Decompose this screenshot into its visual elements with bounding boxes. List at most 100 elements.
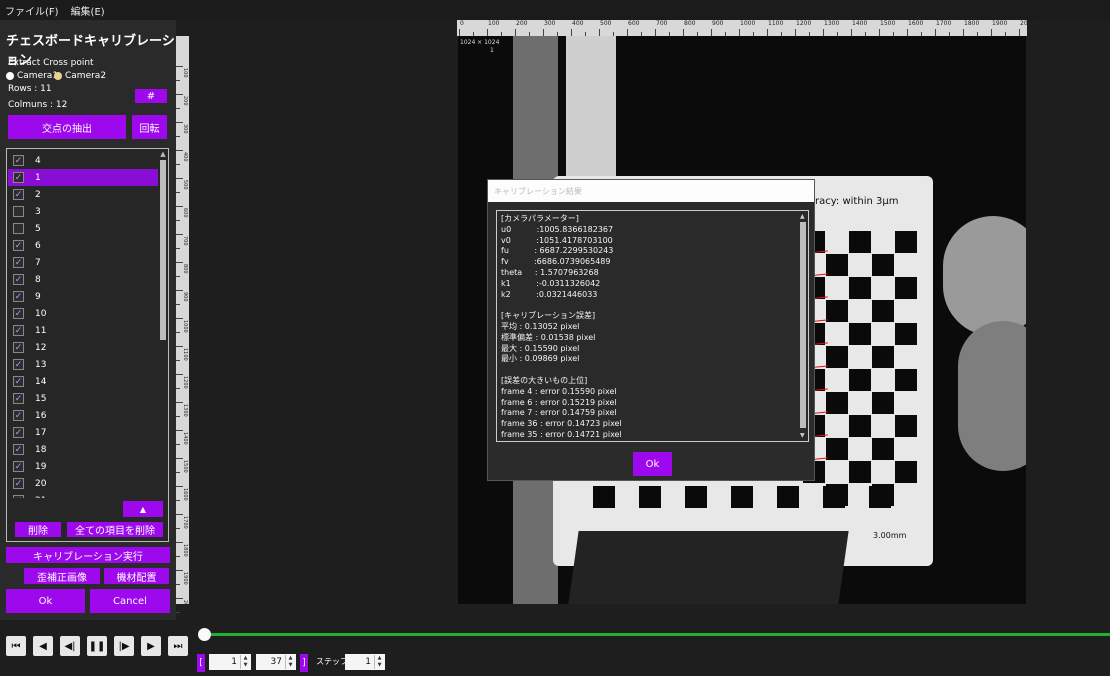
result-textbox[interactable]: [カメラパラメーター] u0 :1005.8366182367 v0 :1051.4…	[496, 210, 809, 442]
step-back-icon[interactable]: ◀|	[60, 636, 80, 656]
list-item[interactable]: ✓ 14	[8, 373, 158, 390]
menu-edit[interactable]: 編集(E)	[71, 3, 105, 18]
ruler-tick	[711, 29, 712, 36]
result-line: k1 :-0.0311326042	[501, 278, 601, 288]
list-item[interactable]: ✓ 17	[8, 424, 158, 441]
step-label: ステップ	[316, 657, 348, 666]
ruler-label: 700	[656, 20, 668, 27]
frame-slider-knob[interactable]	[198, 628, 211, 641]
frame-checkbox[interactable]: ✓	[13, 410, 24, 421]
frame-checkbox[interactable]: ✓	[13, 257, 24, 268]
equipment-layout-button[interactable]: 機材配置	[104, 568, 169, 584]
spinner-arrows-icon[interactable]: ▲ ▼	[240, 655, 250, 669]
spinner-arrows-icon[interactable]: ▲ ▼	[285, 655, 295, 669]
step-forward-icon[interactable]: |▶	[114, 636, 134, 656]
ruler-tick	[176, 528, 180, 529]
list-item[interactable]: ✓ 9	[8, 288, 158, 305]
frame-checkbox[interactable]: ✓	[13, 274, 24, 285]
list-item[interactable]: ✓ 2	[8, 186, 158, 203]
range-start-spinner[interactable]: 1 ▲ ▼	[209, 654, 251, 670]
scroll-up-icon[interactable]: ▲	[159, 150, 167, 158]
list-item[interactable]: 3	[8, 203, 158, 220]
range-end-bracket[interactable]: ]	[300, 654, 308, 672]
frame-checkbox[interactable]: ✓	[13, 325, 24, 336]
last-frame-icon[interactable]: ⏭	[168, 636, 188, 656]
ruler-label: 900	[182, 292, 188, 302]
list-item[interactable]: ✓ 13	[8, 356, 158, 373]
list-item[interactable]: ✓ 7	[8, 254, 158, 271]
list-item[interactable]: ✓ 19	[8, 458, 158, 475]
pause-icon[interactable]: ❚❚	[87, 636, 107, 656]
undistort-image-button[interactable]: 歪補正画像	[24, 568, 100, 584]
list-scrollbar[interactable]: ▲	[159, 150, 167, 498]
frame-checkbox[interactable]: ✓	[13, 376, 24, 387]
frame-checkbox[interactable]: ✓	[13, 291, 24, 302]
ok-button[interactable]: Ok	[6, 589, 85, 613]
step-spinner[interactable]: 1 ▲ ▼	[345, 654, 385, 670]
range-start-bracket[interactable]: [	[197, 654, 205, 672]
frame-checkbox[interactable]: ✓	[13, 342, 24, 353]
list-item[interactable]: ✓ 16	[8, 407, 158, 424]
spinner-arrows-icon[interactable]: ▲ ▼	[374, 655, 384, 669]
ruler-tick	[515, 29, 516, 36]
ruler-label: 600	[628, 20, 640, 27]
scroll-down-icon[interactable]: ▼	[800, 432, 805, 439]
extract-button[interactable]: 交点の抽出	[8, 115, 126, 139]
list-item[interactable]: ✓ 18	[8, 441, 158, 458]
frame-checkbox[interactable]: ✓	[13, 189, 24, 200]
run-calibration-button[interactable]: キャリブレーション実行	[6, 547, 170, 563]
scroll-thumb[interactable]	[800, 222, 806, 428]
scroll-up-icon[interactable]: ▲	[800, 213, 805, 220]
list-item[interactable]: ✓ 8	[8, 271, 158, 288]
chessboard-square	[849, 277, 871, 299]
camera2-radio[interactable]: Camera2	[54, 71, 106, 81]
list-item[interactable]: 5	[8, 220, 158, 237]
chessboard-square	[849, 369, 871, 391]
frame-checkbox[interactable]	[13, 223, 24, 234]
list-item[interactable]: ✓ 6	[8, 237, 158, 254]
frame-checkbox[interactable]: ✓	[13, 155, 24, 166]
first-frame-icon[interactable]: ⏮	[6, 636, 26, 656]
frame-checkbox[interactable]: ✓	[13, 240, 24, 251]
frame-checkbox[interactable]: ✓	[13, 172, 24, 183]
frame-checkbox[interactable]	[13, 206, 24, 217]
frame-checkbox[interactable]: ✓	[13, 444, 24, 455]
frame-checkbox[interactable]: ✓	[13, 495, 24, 498]
prev-icon[interactable]: ◀	[33, 636, 53, 656]
ruler-tick	[176, 164, 180, 165]
camera1-radio[interactable]: Camera1	[6, 71, 58, 81]
frame-checkbox[interactable]: ✓	[13, 427, 24, 438]
dialog-ok-button[interactable]: Ok	[633, 452, 672, 476]
frame-checkbox[interactable]: ✓	[13, 461, 24, 472]
frame-checkbox[interactable]: ✓	[13, 478, 24, 489]
ruler-label: 1100	[768, 20, 784, 27]
frame-checkbox[interactable]: ✓	[13, 308, 24, 319]
frame-slider-track[interactable]	[205, 633, 1110, 636]
list-item[interactable]: ✓ 12	[8, 339, 158, 356]
ruler-label: 1700	[936, 20, 952, 27]
frame-checkbox[interactable]: ✓	[13, 393, 24, 404]
frame-checkbox[interactable]: ✓	[13, 359, 24, 370]
list-item[interactable]: ✓ 4	[8, 152, 158, 169]
list-item[interactable]: ✓ 21	[8, 492, 158, 498]
result-line: fv :6686.0739065489	[501, 257, 611, 267]
hash-button[interactable]: #	[135, 89, 167, 103]
cancel-button[interactable]: Cancel	[90, 589, 170, 613]
scroll-thumb[interactable]	[160, 160, 166, 340]
move-top-button[interactable]: ▲	[123, 501, 163, 517]
list-item[interactable]: ✓ 15	[8, 390, 158, 407]
play-icon[interactable]: ▶	[141, 636, 161, 656]
list-item[interactable]: ✓ 20	[8, 475, 158, 492]
list-item[interactable]: ✓ 10	[8, 305, 158, 322]
list-item[interactable]: ✓ 1	[8, 169, 158, 186]
ruler-label: 800	[684, 20, 696, 27]
rotate-button[interactable]: 回転	[132, 115, 167, 139]
list-item[interactable]: ✓ 11	[8, 322, 158, 339]
range-end-spinner[interactable]: 37 ▲ ▼	[256, 654, 296, 670]
result-line: 最小 : 0.09869 pixel	[501, 354, 580, 364]
menu-file[interactable]: ファイル(F)	[5, 3, 59, 18]
delete-all-button[interactable]: 全ての項目を削除	[67, 522, 163, 537]
delete-button[interactable]: 削除	[15, 522, 61, 537]
ruler-label: 1500	[880, 20, 896, 27]
dialog-scrollbar[interactable]: ▲ ▼	[800, 213, 806, 439]
